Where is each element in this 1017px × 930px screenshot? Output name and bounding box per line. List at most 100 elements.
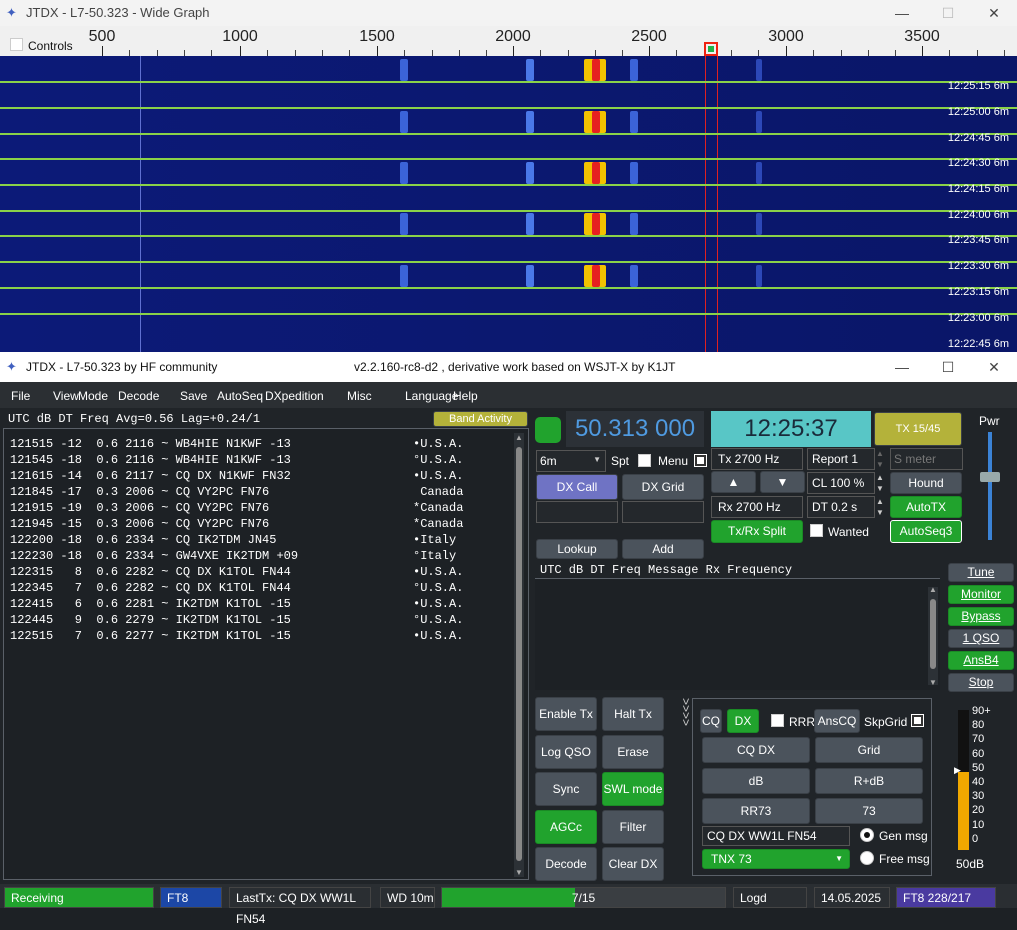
msg-db-button[interactable]: dB	[702, 767, 810, 794]
message-input[interactable]: CQ DX WW1L FN54	[702, 826, 850, 846]
free-msg-select[interactable]: TNX 73 ▼	[702, 849, 850, 869]
menu-autoseq[interactable]: AutoSeq	[217, 389, 263, 403]
tx-rx-split-button[interactable]: Tx/Rx Split	[711, 520, 803, 543]
decode-row[interactable]: 121515 -12 0.6 2116 ~ WB4HIE N1KWF -13 •U…	[10, 437, 463, 451]
menu-misc[interactable]: Misc	[347, 389, 372, 403]
meter-scale-label: 30	[972, 790, 985, 803]
msg-cq-dx-button[interactable]: CQ DX	[702, 737, 810, 763]
report-spinner[interactable]: ▲ ▼	[876, 448, 886, 470]
close-button[interactable]: ✕	[971, 352, 1017, 382]
minimize-button[interactable]: —	[879, 352, 925, 382]
sync-button[interactable]: Sync	[535, 772, 597, 806]
decode-row[interactable]: 121945 -15 0.3 2006 ~ CQ VY2PC FN76 *Cana…	[10, 517, 463, 531]
menu-dxpedition[interactable]: DXpedition	[265, 389, 324, 403]
tx-down-button[interactable]: ▼	[760, 471, 805, 493]
side-button-ansb4[interactable]: AnsB4	[948, 651, 1014, 670]
side-button-stop[interactable]: Stop	[948, 673, 1014, 692]
report-field[interactable]: Report 1	[807, 448, 875, 470]
wanted-checkbox[interactable]	[810, 524, 823, 537]
decode-row[interactable]: 121545 -18 0.6 2116 ~ WB4HIE N1KWF -13 °U…	[10, 453, 463, 467]
dx-grid-input[interactable]	[622, 501, 704, 523]
decode-button[interactable]: Decode	[535, 847, 597, 881]
log-qso-button[interactable]: Log QSO	[535, 734, 597, 769]
controls-checkbox[interactable]	[10, 38, 23, 51]
tx-up-button[interactable]: ▲	[711, 471, 756, 493]
menu-help[interactable]: Help	[453, 389, 478, 403]
decode-row[interactable]: 122200 -18 0.6 2334 ~ CQ IK2TDM JN45 •Ita…	[10, 533, 456, 547]
hound-button[interactable]: Hound	[890, 472, 962, 494]
progress-text: 7/15	[571, 891, 596, 905]
dt-field[interactable]: DT 0.2 s	[807, 496, 875, 518]
autoseq3-button[interactable]: AutoSeq3	[890, 520, 962, 543]
side-button-monitor[interactable]: Monitor	[948, 585, 1014, 604]
menu-checkbox[interactable]	[694, 454, 707, 467]
band-activity-list[interactable]: 121515 -12 0.6 2116 ~ WB4HIE N1KWF -13 •U…	[3, 428, 529, 880]
cl-spinner[interactable]: ▲ ▼	[876, 472, 886, 494]
menu-file[interactable]: File	[11, 389, 30, 403]
tx-period-button[interactable]: TX 15/45	[874, 412, 962, 446]
decode-row[interactable]: 122445 9 0.6 2279 ~ IK2TDM K1TOL -15 °U.S…	[10, 613, 463, 627]
power-slider-track[interactable]	[988, 432, 992, 540]
autotx-button[interactable]: AutoTX	[890, 496, 962, 518]
dx-call-button[interactable]: DX Call	[536, 474, 618, 500]
decode-row[interactable]: 122345 7 0.6 2282 ~ CQ DX K1TOL FN44 °U.S…	[10, 581, 463, 595]
side-button-1-qso[interactable]: 1 QSO	[948, 629, 1014, 648]
minimize-button[interactable]: —	[879, 0, 925, 26]
clear-dx-button[interactable]: Clear DX	[602, 847, 664, 881]
decode-row[interactable]: 121615 -14 0.6 2117 ~ CQ DX N1KWF FN32 •U…	[10, 469, 463, 483]
free-msg-radio[interactable]	[860, 851, 874, 865]
skpgrid-checkbox[interactable]	[911, 714, 924, 727]
side-button-bypass[interactable]: Bypass	[948, 607, 1014, 626]
swl-mode-button[interactable]: SWL mode	[602, 772, 664, 806]
enable-tx-button[interactable]: Enable Tx	[535, 697, 597, 731]
frequency-scale[interactable]: Controls 500 1000 1500 2000 2500 3000 3500	[0, 26, 1017, 56]
menu-view[interactable]: View	[53, 389, 79, 403]
rx-scrollbar[interactable]: ▲ ▼	[928, 585, 938, 687]
tx-frequency-field[interactable]: Tx 2700 Hz	[711, 448, 803, 470]
lookup-button[interactable]: Lookup	[536, 539, 618, 559]
agcc-button[interactable]: AGCc	[535, 809, 597, 844]
side-button-tune[interactable]: Tune	[948, 563, 1014, 582]
rrr-checkbox[interactable]	[771, 714, 784, 727]
erase-button[interactable]: Erase	[602, 734, 664, 769]
decode-row[interactable]: 122230 -18 0.6 2334 ~ GW4VXE IK2TDM +09 °…	[10, 549, 456, 563]
arrow-icons[interactable]: >>>>	[679, 698, 693, 726]
menu-decode[interactable]: Decode	[118, 389, 159, 403]
msg-rr73-button[interactable]: RR73	[702, 798, 810, 824]
dx-call-input[interactable]	[536, 501, 618, 523]
dx-button[interactable]: DX	[727, 709, 759, 733]
gen-msg-label: Gen msg	[879, 829, 928, 843]
waterfall[interactable]: 12:25:15 6m 12:25:00 6m 12:24:45 6m 12:24:3…	[0, 56, 1017, 352]
rx-frequency-field[interactable]: Rx 2700 Hz	[711, 496, 803, 518]
decode-row[interactable]: 122315 8 0.6 2282 ~ CQ DX K1TOL FN44 •U.S…	[10, 565, 463, 579]
cl-field[interactable]: CL 100 %	[807, 472, 875, 494]
menu-save[interactable]: Save	[180, 389, 207, 403]
power-slider-handle[interactable]	[980, 472, 1000, 482]
msg-r-db-button[interactable]: R+dB	[815, 767, 923, 794]
close-button[interactable]: ✕	[971, 0, 1017, 26]
dt-spinner[interactable]: ▲ ▼	[876, 496, 886, 518]
halt-tx-button[interactable]: Halt Tx	[602, 697, 664, 731]
gen-msg-radio[interactable]	[860, 828, 874, 842]
msg-grid-button[interactable]: Grid	[815, 737, 923, 763]
filter-button[interactable]: Filter	[602, 809, 664, 844]
msg-73-button[interactable]: 73	[815, 798, 923, 824]
menu-mode[interactable]: Mode	[78, 389, 108, 403]
decode-row[interactable]: 122415 6 0.6 2281 ~ IK2TDM K1TOL -15 •U.S…	[10, 597, 463, 611]
decode-row[interactable]: 121915 -19 0.3 2006 ~ CQ VY2PC FN76 *Cana…	[10, 501, 463, 515]
maximize-button[interactable]: ☐	[925, 0, 971, 26]
rx-frequency-list[interactable]: ▲ ▼	[535, 578, 940, 690]
decode-row[interactable]: 121845 -17 0.3 2006 ~ CQ VY2PC FN76 Cana…	[10, 485, 463, 499]
band-select[interactable]: 6m ▼	[536, 450, 606, 472]
spt-checkbox[interactable]	[638, 454, 651, 467]
dx-grid-button[interactable]: DX Grid	[622, 474, 704, 500]
tx-frequency-marker[interactable]	[704, 42, 718, 56]
maximize-button[interactable]: ☐	[925, 352, 971, 382]
cq-button[interactable]: CQ	[700, 709, 722, 733]
add-button[interactable]: Add	[622, 539, 704, 559]
decode-row[interactable]: 122515 7 0.6 2277 ~ IK2TDM K1TOL -15 •U.S…	[10, 629, 463, 643]
anscq-button[interactable]: AnsCQ	[814, 709, 860, 733]
scrollbar[interactable]: ▲ ▼	[514, 433, 524, 877]
dial-frequency[interactable]: 50.313 000	[566, 411, 704, 447]
menu-language[interactable]: Language	[405, 389, 458, 403]
